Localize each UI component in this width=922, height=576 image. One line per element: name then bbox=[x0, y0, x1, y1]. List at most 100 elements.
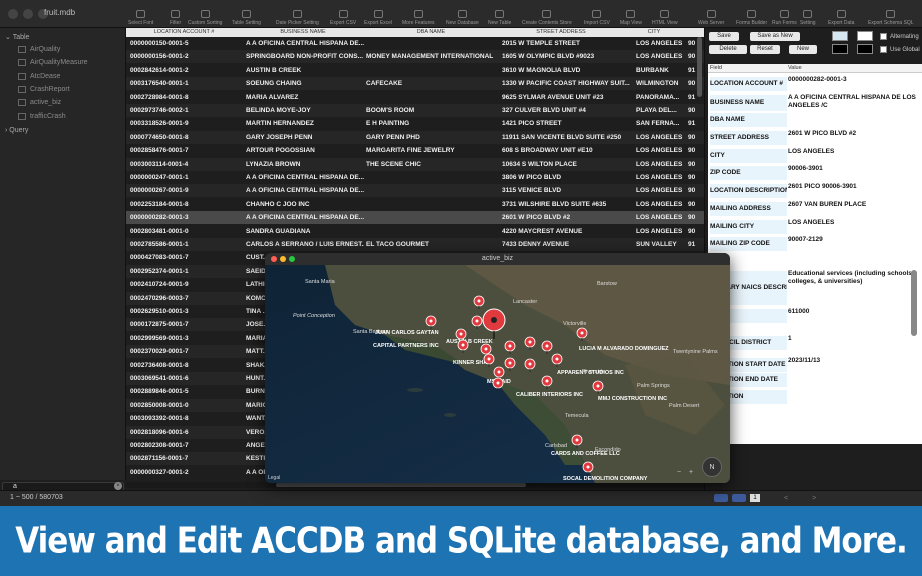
record-field-value[interactable]: 1 bbox=[788, 335, 916, 343]
toolbar-custom-sorting-button[interactable]: Custom Sorting bbox=[188, 2, 222, 26]
color-swatch-white[interactable] bbox=[857, 31, 873, 41]
compass-icon[interactable]: N bbox=[702, 457, 722, 477]
chevron-left-icon[interactable]: < bbox=[784, 495, 788, 502]
record-field-value[interactable]: 0000000282-0001-3 bbox=[788, 76, 916, 84]
page-number[interactable]: 1 bbox=[750, 494, 760, 502]
reset-button[interactable]: Reset bbox=[750, 45, 780, 54]
use-global-checkbox[interactable]: Use Global bbox=[880, 46, 920, 53]
toolbar-import-csv-button[interactable]: Import CSV bbox=[584, 2, 610, 26]
zoom-in-icon[interactable]: + bbox=[689, 469, 693, 476]
table-cell: 90 bbox=[688, 147, 696, 155]
column-header[interactable]: LOCATION ACCOUNT # bbox=[126, 28, 242, 37]
toolbar-export-schema-sql-button[interactable]: Export Schema SQL bbox=[868, 2, 914, 26]
table-cell: 0002850008-0001-0 bbox=[130, 401, 189, 409]
toolbar-item-label: Export Schema SQL bbox=[868, 20, 914, 26]
toolbar-new-database-button[interactable]: New Database bbox=[446, 2, 479, 26]
toolbar-run-forms-button[interactable]: Run Forms bbox=[772, 2, 797, 26]
toolbar-forms-builder-button[interactable]: Forms Builder bbox=[736, 2, 767, 26]
toolbar-map-view-button[interactable]: Map View bbox=[620, 2, 642, 26]
sidebar-table-item[interactable]: AtcDease bbox=[18, 72, 60, 80]
sidebar-table-item[interactable]: AirQuality bbox=[18, 46, 60, 53]
clear-search-icon[interactable]: × bbox=[114, 482, 122, 490]
map-pin-dot bbox=[459, 332, 463, 336]
table-row[interactable]: 0003176540-0001-1 SOEUNG CHAING CAFECAKE 13… bbox=[126, 77, 704, 91]
table-row[interactable]: 0000000267-0001-9 A A OFICINA CENTRAL HIS… bbox=[126, 184, 704, 198]
sidebar-table-item[interactable]: trafficCrash bbox=[18, 112, 66, 120]
table-row[interactable]: 0002973746-0002-1 BELINDA MOYE-JOY BOOM'S … bbox=[126, 104, 704, 117]
sidebar-table-header[interactable]: ⌄ Table bbox=[5, 33, 29, 41]
column-header[interactable]: BUSINESS NAME bbox=[244, 28, 362, 37]
record-field-value[interactable]: LOS ANGELES bbox=[788, 148, 916, 156]
record-field-value[interactable]: 90007-2129 bbox=[788, 236, 916, 244]
map-view[interactable]: Santa Maria BarstowLancasterSanta Barbara… bbox=[265, 265, 730, 483]
toolbar-table-setting-button[interactable]: Table Setting bbox=[232, 2, 261, 26]
toolbar-html-view-button[interactable]: HTML View bbox=[652, 2, 678, 26]
sidebar-table-item[interactable]: CrashReport bbox=[18, 85, 70, 93]
record-field-value[interactable]: 2601 PICO 90006-3901 bbox=[788, 183, 916, 191]
alternating-checkbox[interactable]: Alternating bbox=[880, 33, 919, 40]
record-field-name: LOCATION DESCRIPTION bbox=[710, 184, 787, 198]
zoom-out-icon[interactable]: − bbox=[677, 469, 681, 476]
color-swatch-light-blue[interactable] bbox=[832, 31, 848, 41]
prev-page-button[interactable] bbox=[732, 494, 746, 502]
first-page-button[interactable] bbox=[714, 494, 728, 502]
record-field-value[interactable]: 2607 VAN BUREN PLACE bbox=[788, 201, 916, 209]
record-field-value[interactable]: A A OFICINA CENTRAL HISPANA DE LOS ANGEL… bbox=[788, 94, 916, 110]
table-row[interactable]: 0000000247-0001-1 A A OFICINA CENTRAL HIS… bbox=[126, 171, 704, 184]
record-field-value[interactable]: 611000 bbox=[788, 308, 916, 316]
table-row[interactable]: 0003318526-0001-9 MARTIN HERNANDEZ E H PAI… bbox=[126, 117, 704, 130]
record-field-value[interactable]: 2601 W PICO BLVD #2 bbox=[788, 130, 916, 138]
toolbar-export-data-button[interactable]: Export Data bbox=[828, 2, 854, 26]
table-row[interactable]: 0002253184-0001-8 CHANHO C JOO INC 3731 WI… bbox=[126, 198, 704, 211]
chevron-right-icon[interactable]: > bbox=[812, 495, 816, 502]
table-row[interactable]: 0000774650-0001-8 GARY JOSEPH PENN GARY PE… bbox=[126, 130, 704, 144]
table-row[interactable]: 0002803481-0001-0 SANDRA GUADIANA 4220 MAY… bbox=[126, 225, 704, 238]
toolbar-setting-button[interactable]: Setting bbox=[800, 2, 816, 26]
column-header[interactable]: CITY bbox=[624, 28, 684, 37]
grid-vertical-scrollbar[interactable] bbox=[697, 37, 702, 97]
color-swatch-black-2[interactable] bbox=[857, 44, 873, 54]
toolbar-new-table-button[interactable]: New Table bbox=[488, 2, 511, 26]
table-row[interactable]: 0003003114-0001-4 LYNAZIA BROWN THE SCENE … bbox=[126, 157, 704, 171]
sidebar-table-item[interactable]: active_biz bbox=[18, 99, 61, 107]
column-header[interactable]: STREET ADDRESS bbox=[500, 28, 622, 37]
color-swatch-black[interactable] bbox=[832, 44, 848, 54]
toolbar-create-contents-store-button[interactable]: Create Contents Store bbox=[522, 2, 572, 26]
record-scrollbar[interactable] bbox=[911, 270, 917, 336]
save-as-new-button[interactable]: Save as New bbox=[750, 32, 800, 41]
table-row[interactable]: 0000000150-0001-5 A A OFICINA CENTRAL HIS… bbox=[126, 37, 704, 50]
table-row[interactable]: 0002728984-0001-8 MARIA ALVAREZ 9625 SYLMA… bbox=[126, 91, 704, 104]
toolbar-more-features-button[interactable]: More Features bbox=[402, 2, 435, 26]
record-field-name: CITY bbox=[710, 149, 787, 163]
toolbar-export-excel-button[interactable]: Export Excel bbox=[364, 2, 392, 26]
map-marker-label: LUCIA M ALVARADO DOMINGUEZ bbox=[579, 346, 669, 352]
map-selected-pin-dot bbox=[491, 317, 497, 323]
record-field-value[interactable]: 2023/11/13 bbox=[788, 357, 916, 365]
toolbar-filter-button[interactable]: Filter bbox=[170, 2, 181, 26]
table-row[interactable]: 0000000156-0001-2 SPRINGBOARD NON-PROFIT … bbox=[126, 50, 704, 64]
table-row[interactable]: 0002842614-0001-2 AUSTIN B CREEK 3610 W MA… bbox=[126, 64, 704, 77]
toolbar-web-server-button[interactable]: Web Server bbox=[698, 2, 724, 26]
close-window-button[interactable] bbox=[8, 9, 18, 19]
toolbar-export-csv-button[interactable]: Export CSV bbox=[330, 2, 356, 26]
new-button[interactable]: New bbox=[789, 45, 817, 54]
sidebar-query-header[interactable]: › Query bbox=[5, 127, 28, 134]
save-button[interactable]: Save bbox=[709, 32, 739, 41]
table-row[interactable]: 0002858476-0001-7 ARTOUR POGOSSIAN MARGARI… bbox=[126, 144, 704, 157]
table-cell: 0000427083-0001-7 bbox=[130, 254, 189, 262]
toolbar-item-icon bbox=[779, 10, 789, 18]
record-field-value[interactable]: Educational services (including schools,… bbox=[788, 270, 916, 286]
table-row[interactable]: 0002785586-0001-1 CARLOS A SERRANO / LUIS… bbox=[126, 238, 704, 251]
table-row[interactable]: 0000000282-0001-3 A A OFICINA CENTRAL HIS… bbox=[126, 211, 704, 225]
record-field-value[interactable]: 90006-3901 bbox=[788, 165, 916, 173]
record-field-value[interactable]: LOS ANGELES bbox=[788, 219, 916, 227]
toolbar-select-font-button[interactable]: Select Font bbox=[128, 2, 153, 26]
map-legal-link[interactable]: Legal bbox=[268, 475, 280, 481]
toolbar-date-picker-setting-button[interactable]: Date Picker Setting bbox=[276, 2, 319, 26]
minimize-window-button[interactable] bbox=[23, 9, 33, 19]
delete-button[interactable]: Delete bbox=[709, 45, 747, 54]
sidebar-table-item[interactable]: AirQualityMeasure bbox=[18, 59, 88, 67]
column-header[interactable]: DBA NAME bbox=[364, 28, 498, 37]
record-field-name: BUSINESS NAME bbox=[710, 95, 787, 111]
table-cell: 0000000327-0001-2 bbox=[130, 468, 189, 476]
